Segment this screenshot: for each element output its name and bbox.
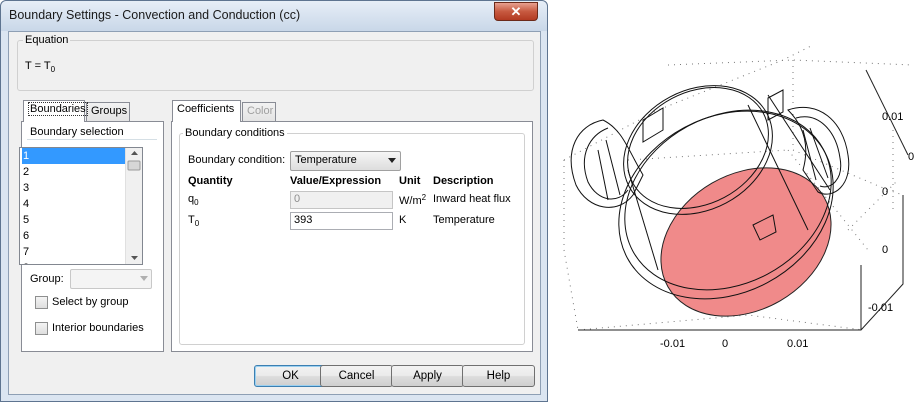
tab-coefficients[interactable]: Coefficients — [172, 100, 241, 122]
ok-button[interactable]: OK — [254, 365, 327, 387]
tab-groups-label: Groups — [91, 105, 128, 117]
tick-x-neg: -0.01 — [660, 338, 686, 350]
select-by-group-checkbox[interactable] — [35, 296, 48, 309]
tab-boundaries-label: Boundaries — [28, 102, 88, 116]
list-item[interactable]: 6 — [22, 228, 125, 244]
equation-group-label: Equation — [23, 34, 71, 46]
boundary-selection-divider — [27, 139, 157, 140]
geometry-3d-view[interactable]: -0.01 0 0.01 0.01 0 -0.01 0 0 — [548, 0, 924, 404]
tick-x-pos: 0.01 — [787, 338, 809, 350]
unit-q0: W/m2 — [399, 193, 426, 207]
list-item[interactable]: 4 — [22, 196, 125, 212]
scroll-thumb — [127, 160, 141, 171]
scroll-up-icon — [131, 151, 138, 155]
list-item[interactable]: 2 — [22, 164, 125, 180]
list-item[interactable]: 1 — [22, 148, 125, 164]
bc-select-value: Temperature — [295, 154, 357, 166]
boundary-listbox[interactable]: 1 2 3 4 5 6 7 8 — [19, 147, 143, 265]
header-value: Value/Expression — [290, 175, 382, 187]
scroll-down-icon — [131, 256, 138, 260]
equation-text: T = T0 — [25, 60, 55, 74]
list-item[interactable]: 5 — [22, 212, 125, 228]
equation-group — [17, 40, 534, 91]
group-combobox[interactable] — [70, 269, 152, 289]
description-q0: Inward heat flux — [433, 193, 511, 205]
geometry-canvas[interactable] — [548, 0, 924, 404]
select-by-group-label: Select by group — [52, 296, 129, 308]
q0-value-field[interactable]: 0 — [290, 191, 393, 209]
header-description: Description — [433, 175, 494, 187]
dialog-client-area: Equation T = T0 Boundaries Groups Bounda… — [8, 31, 541, 395]
equation-subscript: 0 — [50, 65, 56, 74]
equation-main: T = T — [25, 60, 51, 72]
tick-y-zero: 0 — [882, 244, 889, 256]
tab-color[interactable]: Color — [242, 102, 276, 122]
unit-t0: K — [399, 214, 407, 226]
chevron-down-icon — [388, 158, 396, 163]
quantity-q0-subscript: 0 — [194, 198, 199, 207]
tick-x-zero: 0 — [722, 338, 729, 350]
quantity-t0-subscript: 0 — [194, 219, 200, 228]
interior-boundaries-label: Interior boundaries — [52, 322, 144, 334]
quantity-t0: T0 — [188, 214, 199, 228]
tab-boundaries[interactable]: Boundaries — [23, 100, 88, 122]
close-button[interactable]: ✕ — [494, 2, 538, 21]
bc-label: Boundary condition: — [188, 154, 286, 166]
tab-groups[interactable]: Groups — [86, 102, 130, 122]
tick-z-pos: 0.01 — [882, 111, 904, 123]
tick-edge-zero: 0 — [908, 151, 915, 163]
close-icon: ✕ — [510, 4, 522, 19]
interior-boundaries-checkbox[interactable] — [35, 322, 48, 335]
window-title: Boundary Settings - Convection and Condu… — [9, 8, 301, 22]
apply-button[interactable]: Apply — [391, 365, 464, 387]
chevron-down-icon — [140, 276, 148, 281]
tab-coefficients-label: Coefficients — [177, 103, 235, 115]
list-item[interactable]: 8 — [22, 260, 125, 264]
tick-z-zero: 0 — [882, 186, 889, 198]
title-bar[interactable]: Boundary Settings - Convection and Condu… — [1, 1, 547, 31]
quantity-t0-symbol: T — [188, 214, 195, 226]
list-item[interactable]: 7 — [22, 244, 125, 260]
boundary-settings-dialog: Boundary Settings - Convection and Condu… — [0, 0, 548, 402]
scrollbar-graphics — [127, 151, 141, 260]
quantity-q0: q0 — [188, 193, 199, 207]
t0-value-field[interactable]: 393 — [290, 212, 393, 230]
listbox-scrollbar[interactable] — [125, 148, 142, 264]
tab-color-label: Color — [247, 105, 274, 117]
unit-q0-superscript: 2 — [421, 193, 427, 202]
boundary-condition-select[interactable]: Temperature — [290, 151, 401, 171]
cancel-button[interactable]: Cancel — [320, 365, 393, 387]
group-label: Group: — [30, 273, 64, 285]
boundary-selection-label: Boundary selection — [30, 126, 124, 138]
list-item[interactable]: 3 — [22, 180, 125, 196]
header-quantity: Quantity — [188, 175, 233, 187]
description-t0: Temperature — [433, 214, 495, 226]
tick-z-neg: -0.01 — [868, 302, 894, 314]
header-unit: Unit — [399, 175, 421, 187]
unit-q0-text: W/m — [399, 195, 422, 207]
boundary-conditions-label: Boundary conditions — [183, 127, 287, 139]
help-button[interactable]: Help — [462, 365, 535, 387]
